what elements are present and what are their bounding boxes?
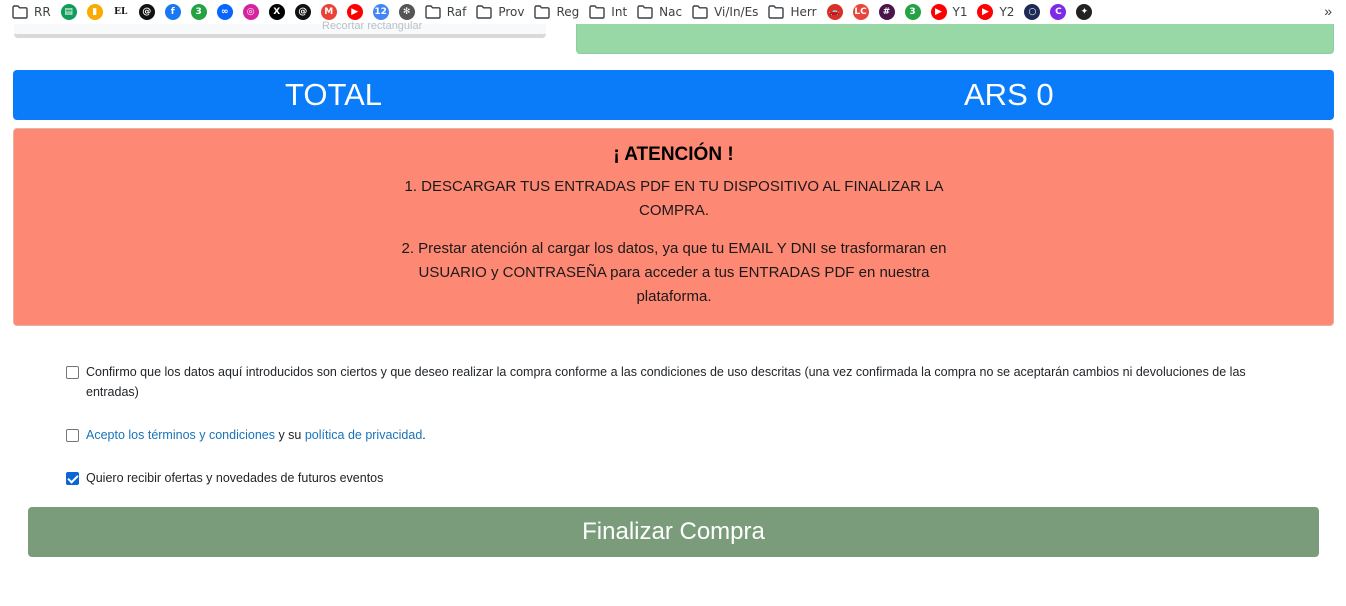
car-icon: 🚗 — [826, 4, 843, 20]
bookmark-item[interactable]: ▮ — [86, 1, 103, 23]
canva-icon: C — [1050, 4, 1067, 20]
bookmark-item[interactable]: ∞ — [216, 1, 233, 23]
compass-icon: ✦ — [1076, 4, 1093, 20]
lc-icon: LC — [852, 4, 869, 20]
terms-checkbox[interactable] — [66, 429, 79, 442]
bookmark-label: Reg — [556, 5, 580, 19]
meta-icon: ∞ — [216, 4, 233, 20]
bookmark-folder[interactable]: Prov — [476, 1, 524, 23]
terms-link[interactable]: Acepto los términos y condiciones — [86, 428, 275, 442]
folder-icon — [692, 5, 708, 19]
bookmark-item[interactable]: ○ — [1024, 1, 1041, 23]
sheets-icon: ▤ — [60, 4, 77, 20]
privacy-policy-link[interactable]: política de privacidad — [305, 428, 422, 442]
bookmark-label: Y2 — [999, 5, 1015, 19]
total-label: TOTAL — [285, 77, 383, 112]
bookmark-folder[interactable]: Raf — [424, 1, 467, 23]
instagram-icon: ◎ — [242, 4, 259, 20]
facebook-icon: f — [164, 4, 181, 20]
bookmark-item[interactable]: @ — [294, 1, 311, 23]
el-pais-icon: EL — [112, 4, 129, 20]
circle-app-icon: ○ — [1024, 4, 1041, 20]
bookmark-item[interactable]: @ — [138, 1, 155, 23]
bookmark-folder[interactable]: Int — [589, 1, 627, 23]
slack-icon: # — [878, 4, 895, 20]
attention-notice: ¡ ATENCIÓN ! 1. DESCARGAR TUS ENTRADAS P… — [13, 128, 1334, 326]
finalize-purchase-button[interactable]: Finalizar Compra — [28, 507, 1319, 557]
bookmark-item[interactable]: 🚗 — [826, 1, 843, 23]
bookmark-label: Herr — [790, 5, 817, 19]
terms-connector: y su — [274, 428, 305, 442]
bookmark-item[interactable]: ▤ — [60, 1, 77, 23]
chatgpt-icon: ✻ — [398, 4, 415, 20]
terms-row: Acepto los términos y condiciones y su p… — [66, 425, 426, 445]
bookmark-label: Prov — [498, 5, 525, 19]
gmail-icon: M — [320, 4, 337, 20]
total-amount: ARS 0 — [964, 77, 1054, 112]
bookmark-item[interactable]: ✦ — [1076, 1, 1093, 23]
bookmark-folder[interactable]: Herr — [768, 1, 817, 23]
offers-label: Quiero recibir ofertas y novedades de fu… — [86, 471, 384, 485]
x-icon: X — [268, 4, 285, 20]
bookmark-label: Raf — [446, 5, 467, 19]
youtube-icon: ▶ — [977, 4, 994, 20]
folder-icon — [534, 5, 551, 19]
threads-icon: @ — [138, 4, 155, 20]
folder-icon — [424, 5, 441, 19]
total-bar: TOTAL ARS 0 — [13, 70, 1334, 120]
confirm-data-label: Confirmo que los datos aquí introducidos… — [86, 365, 1246, 399]
snipping-tooltip: Recortar rectangular — [322, 20, 423, 32]
youtube-icon: ▶ — [346, 4, 363, 20]
bookmark-item[interactable]: C — [1050, 1, 1067, 23]
folder-icon — [589, 5, 605, 19]
bookmark-item[interactable]: X — [268, 1, 285, 23]
confirm-data-row: Confirmo que los datos aquí introducidos… — [66, 362, 1286, 402]
bookmark-label: Vi/In/Es — [714, 5, 759, 19]
bookmark-label: Y1 — [952, 5, 968, 19]
bookmark-item[interactable]: ▶ Y2 — [977, 1, 1014, 23]
terms-period: . — [422, 428, 426, 442]
attention-title: ¡ ATENCIÓN ! — [613, 144, 734, 165]
bookmark-folder[interactable]: RR — [12, 1, 51, 23]
bookmark-label: Int — [611, 5, 628, 19]
folder-icon — [768, 5, 785, 19]
bookmark-item[interactable]: EL — [112, 1, 129, 23]
whatsapp-3-icon: 3 — [190, 4, 207, 20]
scrolled-panel-edge — [14, 24, 546, 38]
bookmark-item[interactable]: f — [164, 1, 181, 23]
bookmark-folder[interactable]: Vi/In/Es — [692, 1, 758, 23]
folder-icon — [476, 5, 493, 19]
youtube-icon: ▶ — [930, 4, 947, 20]
bookmark-folder[interactable]: Nac — [637, 1, 682, 23]
success-panel-edge — [576, 24, 1334, 54]
calendar-icon: 12 — [372, 4, 389, 20]
offers-checkbox[interactable] — [66, 472, 79, 485]
whatsapp-3-icon: 3 — [904, 4, 921, 20]
folder-icon — [637, 5, 653, 19]
bookmark-label: Nac — [659, 5, 683, 19]
confirm-data-checkbox[interactable] — [66, 366, 79, 379]
bookmark-item[interactable]: # — [878, 1, 895, 23]
offers-row: Quiero recibir ofertas y novedades de fu… — [66, 468, 383, 488]
threads-icon: @ — [294, 4, 311, 20]
bookmark-item[interactable]: 3 — [904, 1, 921, 23]
analytics-icon: ▮ — [86, 4, 103, 20]
bookmark-item[interactable]: ▶ Y1 — [930, 1, 968, 23]
bookmark-item[interactable]: ◎ — [242, 1, 259, 23]
attention-item-download: 1. DESCARGAR TUS ENTRADAS PDF EN TU DISP… — [404, 178, 944, 219]
folder-icon — [12, 5, 28, 19]
bookmark-label: RR — [34, 5, 51, 19]
bookmark-item[interactable]: 3 — [190, 1, 207, 23]
more-bookmarks-button[interactable]: » — [1324, 3, 1332, 19]
bookmark-item[interactable]: LC — [852, 1, 869, 23]
bookmark-folder[interactable]: Reg — [534, 1, 579, 23]
bookmarks-bar: RR ▤ ▮ EL @ f 3 ∞ ◎ X @ M ▶ 12 ✻ Raf Prov Reg Int Nac Vi/In/… — [0, 0, 1346, 24]
attention-item-credentials: 2. Prestar atención al cargar los datos,… — [401, 240, 947, 305]
terms-label: Acepto los términos y condiciones y su p… — [86, 425, 426, 445]
